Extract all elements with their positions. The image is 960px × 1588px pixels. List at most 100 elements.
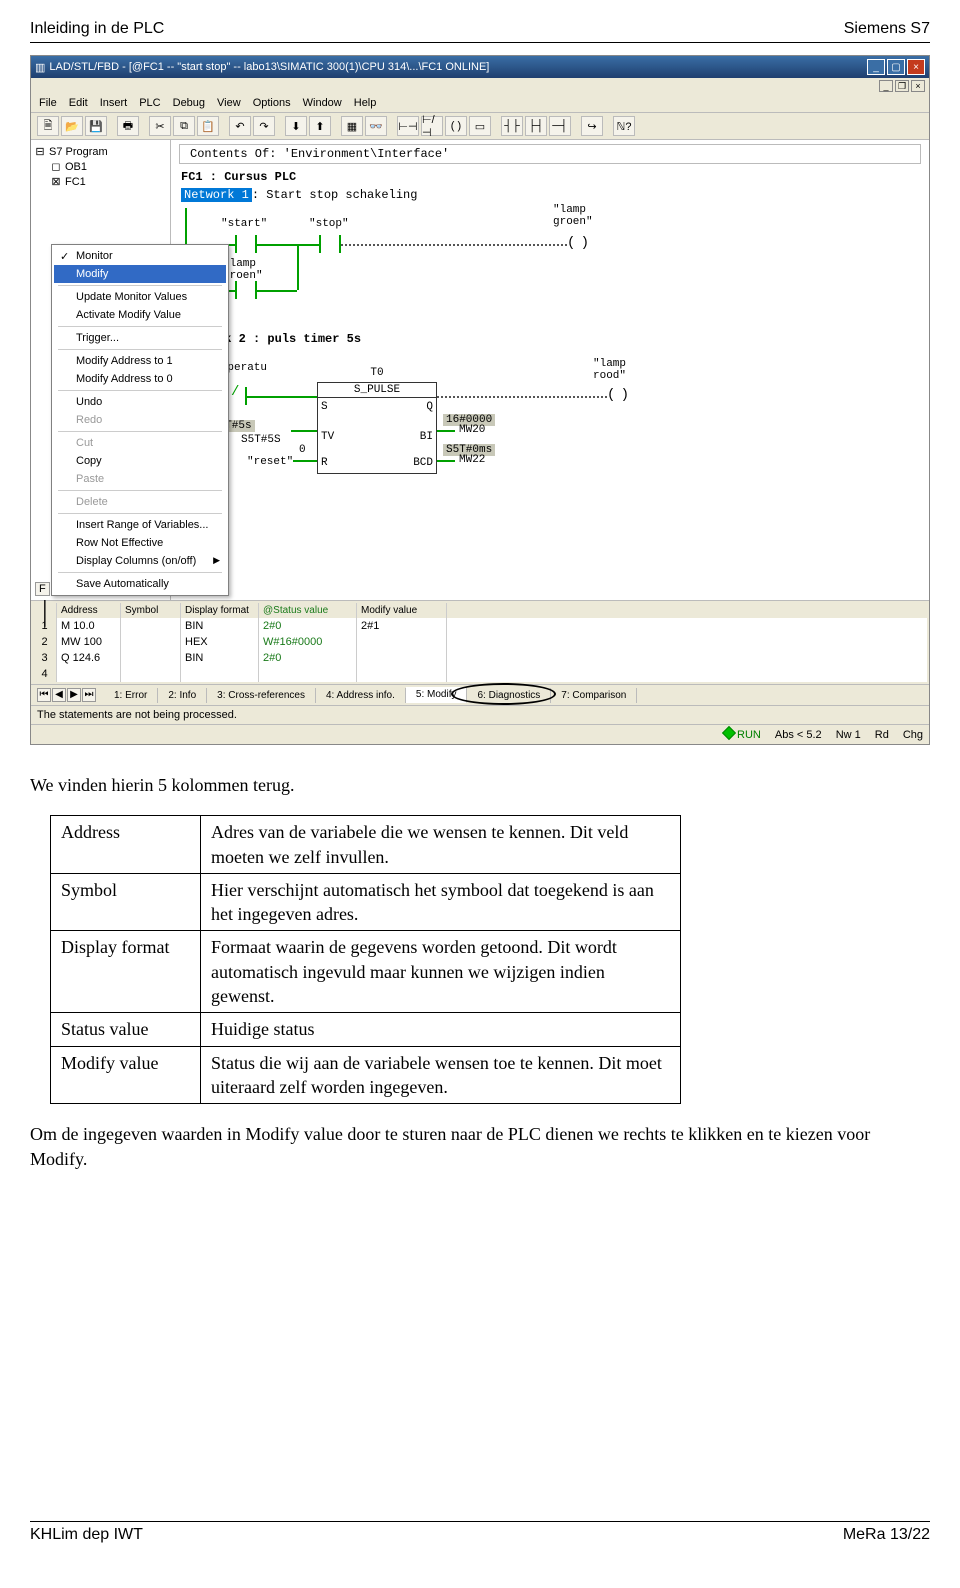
menu-item-modify-address-to-0[interactable]: Modify Address to 0 bbox=[54, 370, 226, 388]
paste-icon[interactable]: 📋 bbox=[197, 116, 219, 136]
branch-close-icon[interactable]: ├┤ bbox=[525, 116, 547, 136]
menu-window[interactable]: Window bbox=[303, 97, 342, 109]
cell-address[interactable]: M 10.0 bbox=[57, 618, 121, 634]
menu-item-insert-range-of-variables[interactable]: Insert Range of Variables... bbox=[54, 516, 226, 534]
hdr-symbol[interactable]: Symbol bbox=[121, 603, 181, 618]
mini-tab[interactable]: F bbox=[35, 582, 50, 596]
menu-item-update-monitor-values[interactable]: Update Monitor Values bbox=[54, 288, 226, 306]
upload-icon[interactable]: ⬆ bbox=[309, 116, 331, 136]
undo-icon[interactable]: ↶ bbox=[229, 116, 251, 136]
tree-root[interactable]: ⊟ S7 Program bbox=[35, 144, 166, 159]
maximize-button[interactable]: ▢ bbox=[887, 59, 905, 75]
cell-modify[interactable]: 2#1 bbox=[357, 618, 447, 634]
tab-error[interactable]: 1: Error bbox=[104, 688, 158, 703]
menu-plc[interactable]: PLC bbox=[139, 97, 160, 109]
menu-item-undo[interactable]: Undo bbox=[54, 393, 226, 411]
tab-addressinfo[interactable]: 4: Address info. bbox=[316, 688, 406, 703]
contact-start[interactable] bbox=[235, 235, 257, 253]
cell-modify[interactable] bbox=[357, 650, 447, 666]
help-icon[interactable]: ℕ? bbox=[613, 116, 635, 136]
cell-address[interactable]: Q 124.6 bbox=[57, 650, 121, 666]
goto-icon[interactable]: ↪ bbox=[581, 116, 603, 136]
menu-separator bbox=[58, 431, 222, 432]
tab-prev-icon[interactable]: ◀ bbox=[52, 688, 66, 702]
menu-item-row-not-effective[interactable]: Row Not Effective bbox=[54, 534, 226, 552]
menu-options[interactable]: Options bbox=[253, 97, 291, 109]
cell-format[interactable] bbox=[181, 666, 259, 682]
tab-last-icon[interactable]: ⏭ bbox=[82, 688, 96, 702]
cell-status: 2#0 bbox=[259, 618, 357, 634]
minimize-button[interactable]: _ bbox=[867, 59, 885, 75]
label-reset: "reset" bbox=[247, 456, 293, 468]
hdr-status-value[interactable]: @Status value bbox=[259, 603, 357, 618]
timer-spulse[interactable]: T0 S_PULSE S Q TV BI R BCD bbox=[317, 382, 437, 474]
vat-row[interactable]: 1M 10.0BIN2#02#1 bbox=[33, 618, 927, 634]
redo-icon[interactable]: ↷ bbox=[253, 116, 275, 136]
contact-stop[interactable] bbox=[319, 235, 341, 253]
vat-row[interactable]: 2MW 100HEXW#16#0000 bbox=[33, 634, 927, 650]
menu-file[interactable]: File bbox=[39, 97, 57, 109]
open-icon[interactable]: 📂 bbox=[61, 116, 83, 136]
mdi-close[interactable]: × bbox=[911, 80, 925, 92]
menu-debug[interactable]: Debug bbox=[173, 97, 205, 109]
cell-modify[interactable] bbox=[357, 634, 447, 650]
block-icon[interactable]: ▦ bbox=[341, 116, 363, 136]
cell-format[interactable]: BIN bbox=[181, 650, 259, 666]
menu-item-display-columns-on-off[interactable]: Display Columns (on/off) bbox=[54, 552, 226, 570]
menu-insert[interactable]: Insert bbox=[100, 97, 128, 109]
box-icon[interactable]: ▭ bbox=[469, 116, 491, 136]
cell-format[interactable]: BIN bbox=[181, 618, 259, 634]
close-button[interactable]: × bbox=[907, 59, 925, 75]
menu-item-copy[interactable]: Copy bbox=[54, 452, 226, 470]
cell-modify[interactable] bbox=[357, 666, 447, 682]
cell-symbol[interactable] bbox=[121, 650, 181, 666]
page-footer: KHLim dep IWT MeRa 13/22 bbox=[30, 1521, 930, 1544]
tab-crossref[interactable]: 3: Cross-references bbox=[207, 688, 316, 703]
menu-edit[interactable]: Edit bbox=[69, 97, 88, 109]
coil-lamp-rood[interactable] bbox=[607, 387, 629, 405]
cell-symbol[interactable] bbox=[121, 634, 181, 650]
monitor-icon[interactable]: 👓 bbox=[365, 116, 387, 136]
tab-modify[interactable]: 5: Modify bbox=[406, 687, 468, 703]
menu-view[interactable]: View bbox=[217, 97, 241, 109]
cell-format[interactable]: HEX bbox=[181, 634, 259, 650]
contact-nc-icon[interactable]: ⊢/⊣ bbox=[421, 116, 443, 136]
cell-address[interactable]: MW 100 bbox=[57, 634, 121, 650]
vat-row[interactable]: 4 bbox=[33, 666, 927, 682]
vat-row[interactable]: 3Q 124.6BIN2#0 bbox=[33, 650, 927, 666]
tree-ob1[interactable]: ◻ OB1 bbox=[35, 159, 166, 174]
print-icon[interactable]: 🖶 bbox=[117, 116, 139, 136]
tab-diagnostics[interactable]: 6: Diagnostics bbox=[467, 688, 551, 703]
copy-icon[interactable]: ⧉ bbox=[173, 116, 195, 136]
menu-help[interactable]: Help bbox=[354, 97, 377, 109]
hdr-address[interactable]: Address bbox=[57, 603, 121, 618]
menu-item-modify-address-to-1[interactable]: Modify Address to 1 bbox=[54, 352, 226, 370]
save-icon[interactable]: 💾 bbox=[85, 116, 107, 136]
mdi-minimize[interactable]: _ bbox=[879, 80, 893, 92]
coil-icon[interactable]: ( ) bbox=[445, 116, 467, 136]
tab-first-icon[interactable]: ⏮ bbox=[37, 688, 51, 702]
contact-no-icon[interactable]: ⊢⊣ bbox=[397, 116, 419, 136]
tab-info[interactable]: 2: Info bbox=[158, 688, 207, 703]
connection-icon[interactable]: ─┤ bbox=[549, 116, 571, 136]
cell-symbol[interactable] bbox=[121, 618, 181, 634]
tree-fc1[interactable]: ⊠ FC1 bbox=[35, 174, 166, 189]
tab-next-icon[interactable]: ▶ bbox=[67, 688, 81, 702]
cell-address[interactable] bbox=[57, 666, 121, 682]
contact-lamp-groen-fb[interactable] bbox=[235, 281, 257, 299]
menu-item-monitor[interactable]: Monitor bbox=[54, 247, 226, 265]
hdr-modify-value[interactable]: Modify value bbox=[357, 603, 447, 618]
menu-item-trigger[interactable]: Trigger... bbox=[54, 329, 226, 347]
menu-item-save-automatically[interactable]: Save Automatically bbox=[54, 575, 226, 593]
mdi-restore[interactable]: ❐ bbox=[895, 80, 909, 92]
coil-lamp-groen[interactable] bbox=[567, 235, 589, 253]
cut-icon[interactable]: ✂ bbox=[149, 116, 171, 136]
download-icon[interactable]: ⬇ bbox=[285, 116, 307, 136]
hdr-display-format[interactable]: Display format bbox=[181, 603, 259, 618]
menu-item-activate-modify-value[interactable]: Activate Modify Value bbox=[54, 306, 226, 324]
menu-item-modify[interactable]: Modify bbox=[54, 265, 226, 283]
tab-comparison[interactable]: 7: Comparison bbox=[551, 688, 637, 703]
branch-open-icon[interactable]: ┤├ bbox=[501, 116, 523, 136]
cell-symbol[interactable] bbox=[121, 666, 181, 682]
new-icon[interactable]: 🗎 bbox=[37, 116, 59, 136]
